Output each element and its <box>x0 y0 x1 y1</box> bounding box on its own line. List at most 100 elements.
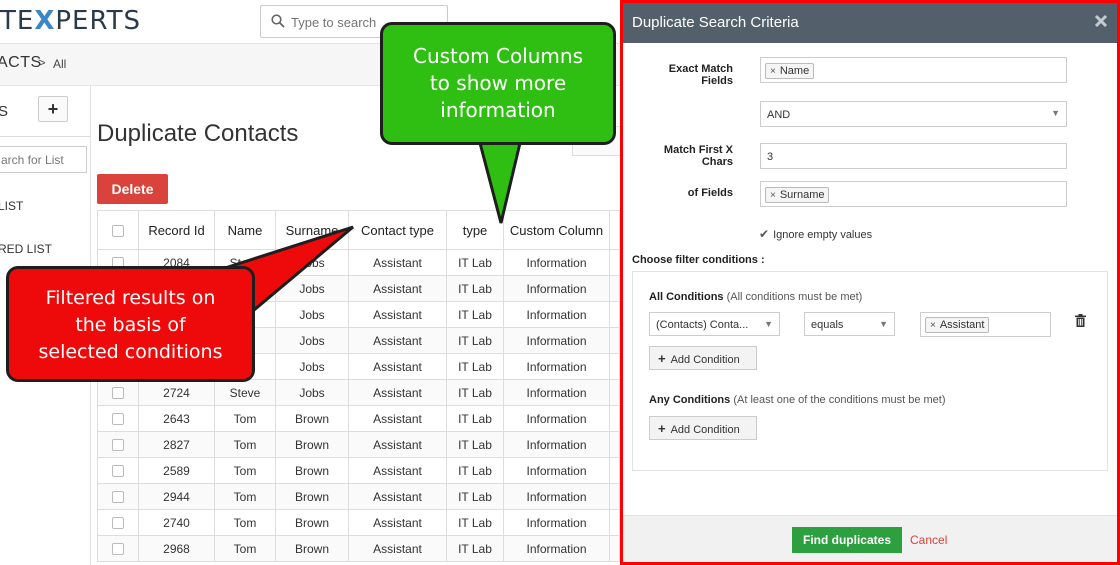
column-header-custom-column[interactable]: Custom Column <box>503 210 610 250</box>
cell-contact-type: Assistant <box>348 431 447 458</box>
add-any-condition-button[interactable]: + Add Condition <box>649 416 757 440</box>
table-row[interactable]: 2589 Tom Brown Assistant IT Lab Information <box>97 457 620 484</box>
breadcrumb-separator: > <box>38 55 46 70</box>
select-all-header[interactable] <box>97 210 139 250</box>
add-all-condition-button[interactable]: + Add Condition <box>649 346 757 370</box>
condition-value-field[interactable]: × Assistant <box>920 312 1051 337</box>
row-checkbox[interactable] <box>112 439 124 452</box>
row-checkbox[interactable] <box>97 431 139 458</box>
row-checkbox[interactable] <box>112 387 124 400</box>
sidebar-title: S <box>0 103 9 120</box>
cell-custom-column: Information <box>503 353 610 380</box>
cell-type: IT Lab <box>446 379 504 406</box>
cell-name: Steve <box>214 379 276 406</box>
ignore-empty-checkbox[interactable]: ✔ Ignore empty values <box>759 227 872 241</box>
cell-extra <box>609 405 620 432</box>
row-checkbox[interactable] <box>112 413 124 426</box>
cell-surname: Jobs <box>275 379 349 406</box>
row-checkbox[interactable] <box>112 543 124 556</box>
row-checkbox[interactable] <box>112 465 124 478</box>
column-header-contact-type[interactable]: Contact type <box>348 210 447 250</box>
cell-type: IT Lab <box>446 483 504 510</box>
column-header-surname[interactable]: Surname <box>275 210 349 250</box>
condition-value-tag[interactable]: × Assistant <box>925 317 990 333</box>
add-condition-label: Add Condition <box>670 353 740 366</box>
select-all-checkbox[interactable] <box>112 225 124 238</box>
duplicate-search-modal: Duplicate Search Criteria Exact Match Fi… <box>620 0 1120 565</box>
cell-contact-type: Assistant <box>348 249 447 276</box>
exact-match-field[interactable]: × Name <box>760 57 1067 83</box>
table-row[interactable]: 2968 Tom Brown Assistant IT Lab Information <box>97 535 620 562</box>
remove-tag-icon[interactable]: × <box>930 320 936 331</box>
remove-tag-icon[interactable]: × <box>770 66 776 77</box>
chevron-down-icon: ▼ <box>879 319 888 329</box>
sidebar-item-list[interactable]: LIST <box>0 199 23 213</box>
table-row[interactable]: 2827 Tom Brown Assistant IT Lab Information <box>97 431 620 458</box>
cell-extra <box>609 275 620 302</box>
table-row[interactable]: 2643 Tom Brown Assistant IT Lab Information <box>97 405 620 432</box>
cell-extra <box>609 535 620 562</box>
column-header-record-id[interactable]: Record Id <box>138 210 215 250</box>
row-checkbox[interactable] <box>112 491 124 504</box>
exact-match-label: Exact Match Fields <box>668 63 733 87</box>
row-checkbox[interactable] <box>97 457 139 484</box>
cell-contact-type: Assistant <box>348 509 447 536</box>
cell-custom-column: Information <box>503 483 610 510</box>
cell-name: Tom <box>214 457 276 484</box>
delete-button[interactable]: Delete <box>97 174 168 204</box>
cell-extra <box>609 379 620 406</box>
row-checkbox[interactable] <box>97 509 139 536</box>
cancel-link[interactable]: Cancel <box>910 533 947 547</box>
close-icon[interactable] <box>1093 13 1109 29</box>
app-logo[interactable]: TEXPERTS <box>0 6 141 36</box>
custom-columns-callout: Custom Columns to show more information <box>380 22 616 145</box>
cell-type: IT Lab <box>446 431 504 458</box>
exact-match-tag[interactable]: × Name <box>765 63 815 79</box>
first-chars-input[interactable]: 3 <box>760 143 1067 169</box>
row-checkbox[interactable] <box>97 379 139 406</box>
cell-custom-column: Information <box>503 379 610 406</box>
operator-select[interactable]: AND ▼ <box>760 101 1067 127</box>
breadcrumb-view[interactable]: All <box>53 57 66 71</box>
of-fields-field[interactable]: × Surname <box>760 181 1067 207</box>
row-checkbox[interactable] <box>97 405 139 432</box>
column-header-name[interactable]: Name <box>214 210 276 250</box>
cell-record-id: 2944 <box>138 483 215 510</box>
cell-surname: Brown <box>275 483 349 510</box>
breadcrumb-module[interactable]: ACTS <box>0 54 42 72</box>
remove-tag-icon[interactable]: × <box>770 190 776 201</box>
cell-custom-column: Information <box>503 509 610 536</box>
cell-extra <box>609 249 620 276</box>
cell-custom-column: Information <box>503 535 610 562</box>
cell-custom-column: Information <box>503 275 610 302</box>
table-row[interactable]: 2724 Steve Jobs Assistant IT Lab Information <box>97 379 620 406</box>
row-checkbox[interactable] <box>112 517 124 530</box>
list-search-input[interactable]: arch for List <box>0 146 87 173</box>
of-fields-tag[interactable]: × Surname <box>765 187 830 203</box>
row-checkbox[interactable] <box>97 535 139 562</box>
callout-red-line-3: selected conditions <box>38 341 223 363</box>
cell-type: IT Lab <box>446 405 504 432</box>
row-checkbox[interactable] <box>97 483 139 510</box>
cell-contact-type: Assistant <box>348 535 447 562</box>
cell-surname: Brown <box>275 509 349 536</box>
modal-title: Duplicate Search Criteria <box>632 14 799 31</box>
cell-name: Tom <box>214 431 276 458</box>
column-header-type[interactable]: type <box>446 210 504 250</box>
sidebar-item-red-list[interactable]: RED LIST <box>0 242 52 256</box>
add-condition-label: Add Condition <box>670 423 740 436</box>
condition-field-select[interactable]: (Contacts) Conta... ▼ <box>649 312 780 336</box>
cell-surname: Brown <box>275 535 349 562</box>
cell-custom-column: Information <box>503 249 610 276</box>
condition-operator-select[interactable]: equals ▼ <box>804 312 895 336</box>
column-header-extra <box>609 210 620 250</box>
trash-icon[interactable] <box>1075 314 1086 327</box>
table-row[interactable]: 2944 Tom Brown Assistant IT Lab Information <box>97 483 620 510</box>
cell-type: IT Lab <box>446 509 504 536</box>
find-duplicates-button[interactable]: Find duplicates <box>792 527 902 553</box>
conditions-panel: All Conditions (All conditions must be m… <box>632 271 1108 471</box>
cell-extra <box>609 509 620 536</box>
table-row[interactable]: 2740 Tom Brown Assistant IT Lab Information <box>97 509 620 536</box>
modal-header: Duplicate Search Criteria <box>623 3 1117 43</box>
add-list-button[interactable]: + <box>38 96 68 122</box>
